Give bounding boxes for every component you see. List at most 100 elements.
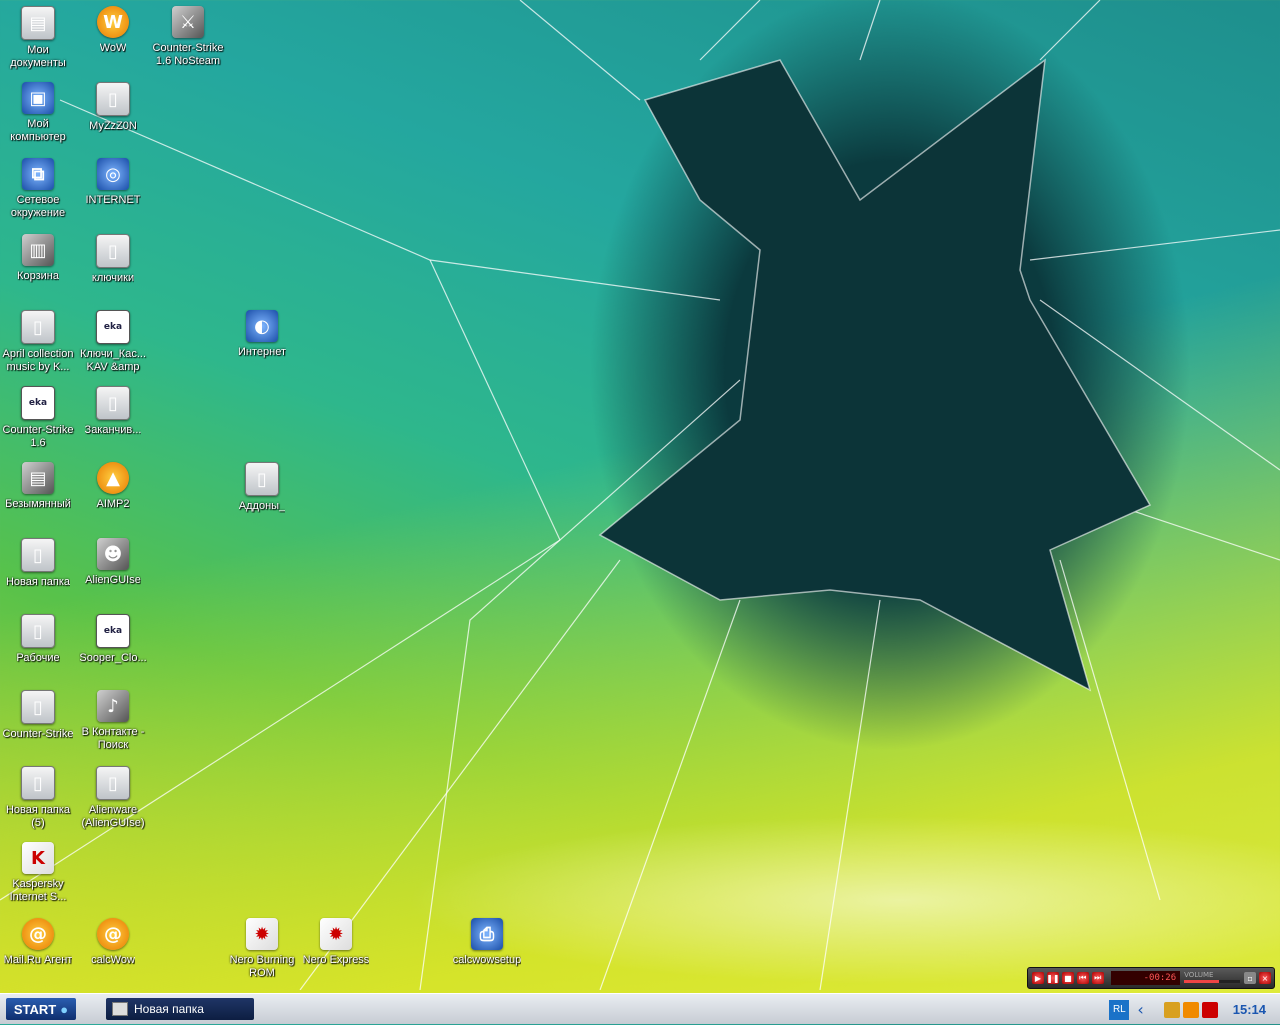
desktop-icon-image-icon: ▯ <box>21 310 55 344</box>
desktop-icon-label: Counter-Strike 1.6 NoSteam <box>152 42 224 67</box>
desktop-icon-image-icon: ⧉ <box>22 158 54 190</box>
desktop-icon[interactable]: ▯ Рабочие <box>0 614 76 665</box>
desktop-icon-label: Рабочие <box>16 652 60 664</box>
player-volume[interactable]: VOLUME <box>1184 971 1244 985</box>
player-time: -00:26 <box>1110 971 1181 985</box>
player-stop-button[interactable]: ■ <box>1061 972 1074 984</box>
desktop-icon[interactable]: @ Mail.Ru Агент <box>0 918 76 967</box>
desktop-icon-label: MyZzZ0N <box>89 120 137 132</box>
desktop-icon[interactable]: ▯ ключики <box>75 234 151 285</box>
desktop-icon-image-icon: ♪ <box>97 690 129 722</box>
kaspersky-tray-icon[interactable] <box>1201 1001 1218 1018</box>
security-warning-icon[interactable] <box>1163 1001 1180 1018</box>
desktop-icon[interactable]: ▯ Counter-Strike <box>0 690 76 741</box>
desktop-icon[interactable]: ▯ Новая папка (5) <box>0 766 76 830</box>
desktop-icon-label: WoW <box>99 42 127 54</box>
desktop-icon[interactable]: eka Ключи_Кас... KAV &amp <box>75 310 151 374</box>
desktop-icon-label: Mail.Ru Агент <box>3 954 73 966</box>
wallpaper-crack <box>0 0 1280 990</box>
desktop-icon[interactable]: ▯ Заканчив... <box>75 386 151 437</box>
desktop-icon-image-icon: ⚔ <box>172 6 204 38</box>
desktop-icon[interactable]: ☻ AlienGUIse <box>75 538 151 587</box>
desktop-icon-image-icon: K <box>22 842 54 874</box>
desktop-icon-label: AlienGUIse <box>85 574 141 586</box>
desktop-icon[interactable]: ▥ Корзина <box>0 234 76 283</box>
desktop-icon[interactable]: ▯ Аддоны_ <box>224 462 300 513</box>
desktop-icon[interactable]: ▲ AIMP2 <box>75 462 151 511</box>
desktop-icon-label: Ключи_Кас... KAV &amp <box>79 348 147 373</box>
desktop-icon[interactable]: eka Counter-Strike 1.6 <box>0 386 76 450</box>
desktop-icon[interactable]: ▯ April collection music by K... <box>0 310 76 374</box>
desktop-icon[interactable]: ✹ Nero Burning ROM <box>224 918 300 980</box>
desktop-icon-label: AIMP2 <box>96 498 130 510</box>
desktop-icon-image-icon: ✹ <box>246 918 278 950</box>
desktop-icon-label: Аддоны_ <box>238 500 286 512</box>
player-prev-button[interactable]: ⏮ <box>1076 972 1089 984</box>
player-next-button[interactable]: ⏭ <box>1091 972 1104 984</box>
desktop-icon-image-icon: ▣ <box>22 82 54 114</box>
player-play-button[interactable]: ▶ <box>1032 972 1044 984</box>
desktop-icon[interactable]: ⧉ Сетевое окружение <box>0 158 76 220</box>
desktop-icon-image-icon: ▯ <box>96 82 130 116</box>
desktop-icon-image-icon: ◎ <box>97 158 129 190</box>
desktop-icon-image-icon: ▯ <box>96 234 130 268</box>
desktop-icon-label: Alienware (AlienGUIse) <box>81 804 145 829</box>
desktop-icon[interactable]: ▤ Мои документы <box>0 6 76 70</box>
desktop-icon[interactable]: ▯ MyZzZ0N <box>75 82 151 133</box>
desktop-icon-image-icon: eka <box>96 310 130 344</box>
desktop-icon-image-icon: ▲ <box>97 462 129 494</box>
desktop-icon-label: Nero Express <box>302 954 370 966</box>
desktop-icon-label: Новая папка (5) <box>5 804 71 829</box>
desktop-icon-label: INTERNET <box>85 194 141 206</box>
desktop-icon[interactable]: ♪ В Контакте - Поиск <box>75 690 151 752</box>
desktop-icon-image-icon: ▯ <box>96 766 130 800</box>
desktop-icon[interactable]: ⎙ calcwowsetup <box>449 918 525 967</box>
desktop-icon-label: Интернет <box>238 346 286 358</box>
desktop-icon[interactable]: ▯ Alienware (AlienGUIse) <box>75 766 151 830</box>
player-pause-button[interactable]: ❚❚ <box>1046 972 1060 984</box>
desktop-icon[interactable]: ◎ INTERNET <box>75 158 151 207</box>
desktop-icon[interactable]: K Kaspersky Internet S... <box>0 842 76 904</box>
task-button-new-folder[interactable]: Новая папка <box>106 998 254 1020</box>
desktop-icon[interactable]: ◐ Интернет <box>224 310 300 359</box>
desktop-icon-label: В Контакте - Поиск <box>81 726 145 751</box>
desktop-icon-label: Counter-Strike <box>2 728 74 740</box>
desktop-icon-image-icon: ▥ <box>22 234 54 266</box>
desktop-icon-label: Безымянный <box>5 498 71 510</box>
desktop-icon-image-icon: ▯ <box>96 386 130 420</box>
desktop-icon-image-icon: eka <box>96 614 130 648</box>
desktop-icon-image-icon: ▯ <box>21 614 55 648</box>
desktop-icon-label: Мои документы <box>10 44 66 69</box>
desktop-icon-image-icon: ⎙ <box>471 918 503 950</box>
desktop-icon-label: Заканчив... <box>84 424 142 436</box>
desktop-icon-image-icon: ▤ <box>21 6 55 40</box>
desktop-icon-image-icon: ◐ <box>246 310 278 342</box>
aimp-tray-icon[interactable] <box>1182 1001 1199 1018</box>
language-indicator[interactable]: RL <box>1109 999 1130 1020</box>
desktop-icon[interactable]: ⚔ Counter-Strike 1.6 NoSteam <box>150 6 226 68</box>
clock[interactable]: 15:14 <box>1233 1002 1266 1017</box>
system-tray: RL ‹ 15:14 <box>1109 994 1280 1025</box>
desktop-icon-label: Мой компьютер <box>10 118 66 143</box>
player-close-button[interactable]: × <box>1259 972 1271 984</box>
desktop-icon-label: Counter-Strike 1.6 <box>2 424 74 449</box>
desktop-icon[interactable]: W WoW <box>75 6 151 55</box>
desktop-icon[interactable]: ✹ Nero Express <box>298 918 374 967</box>
desktop-icon-image-icon: @ <box>97 918 129 950</box>
player-volume-label: VOLUME <box>1184 971 1214 979</box>
desktop-icon[interactable]: ▤ Безымянный <box>0 462 76 511</box>
desktop-icon[interactable]: eka Sooper_Clo... <box>75 614 151 665</box>
desktop-icon[interactable]: @ calcWow <box>75 918 151 967</box>
desktop-icon-image-icon: ☻ <box>97 538 129 570</box>
desktop-icon-image-icon: @ <box>22 918 54 950</box>
desktop-icon[interactable]: ▣ Мой компьютер <box>0 82 76 144</box>
start-label: START <box>13 1001 57 1017</box>
player-minimize-button[interactable]: ▫ <box>1244 972 1257 984</box>
desktop-icon-label: Kaspersky Internet S... <box>9 878 67 903</box>
media-player: ▶ ❚❚ ■ ⏮ ⏭ -00:26 VOLUME ▫ × <box>1027 967 1275 989</box>
desktop-icon-image-icon: ▯ <box>21 690 55 724</box>
desktop-icon-label: Сетевое окружение <box>10 194 66 219</box>
tray-expand-chevron-icon[interactable]: ‹ <box>1137 1000 1143 1019</box>
start-button[interactable]: START ● <box>6 998 76 1020</box>
desktop-icon[interactable]: ▯ Новая папка <box>0 538 76 589</box>
